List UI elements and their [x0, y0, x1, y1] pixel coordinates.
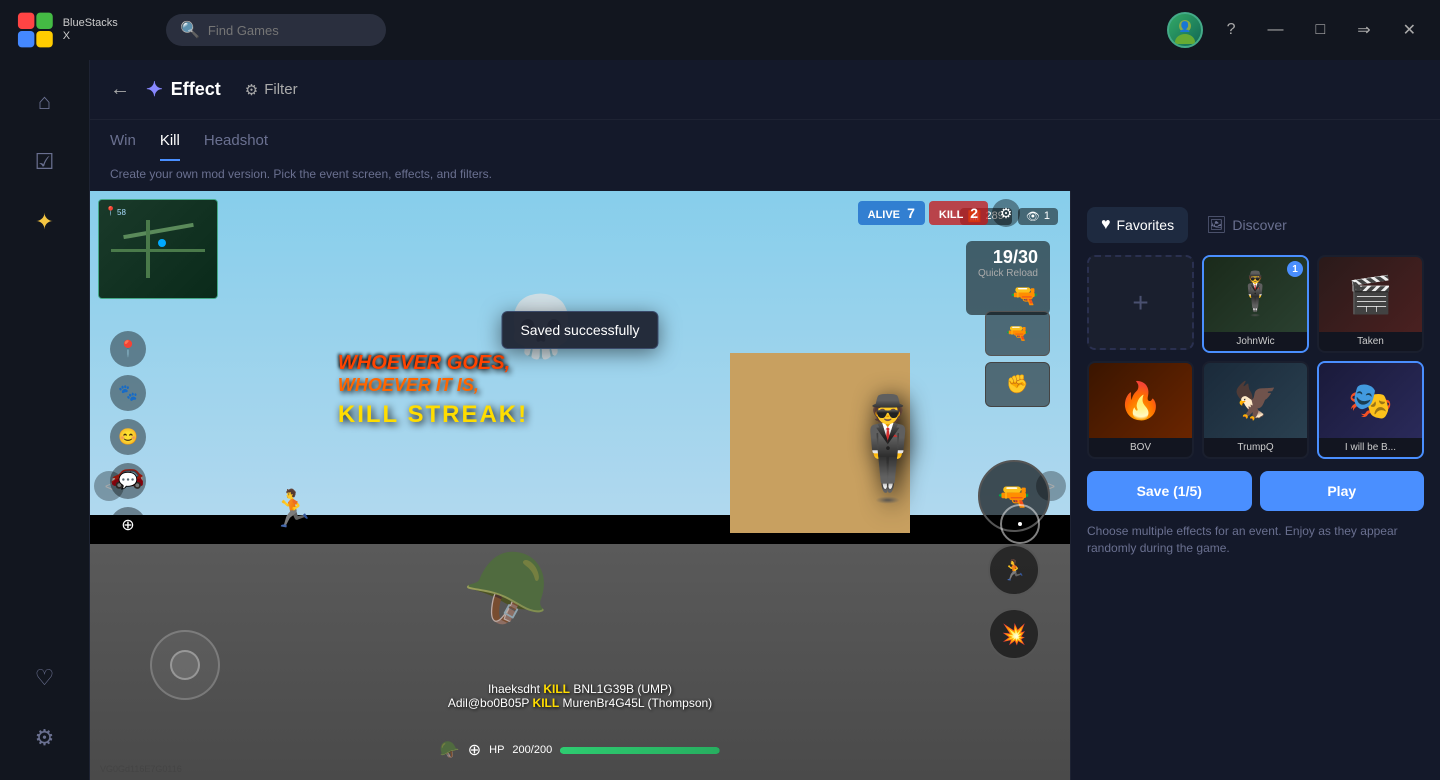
sidebar-item-effects[interactable]: ✦ [19, 196, 71, 248]
filter-icon: ⚙ [245, 81, 258, 99]
effect-badge-johnwick: 1 [1287, 261, 1303, 277]
sidebar: ⌂ ☑ ✦ ♡ ⚙ [0, 60, 90, 780]
health-bar-container: 🪖 ⊕ HP 200/200 [440, 740, 720, 760]
right-panel: ♥ Favorites 🖼 Discover + 🕴 JohnWic [1070, 191, 1440, 780]
effect-name-trumpq: TrumpQ [1204, 438, 1307, 457]
header-title: ✦ Effect [146, 77, 221, 102]
player-character: 🪖 [462, 548, 549, 630]
saved-toast: Saved successfully [501, 311, 658, 349]
tab-description: Create your own mod version. Pick the ev… [90, 161, 1440, 191]
game-preview: 📍 58 📶 289 👁 1 [90, 191, 1070, 780]
effect-name-johnwick: JohnWic [1204, 332, 1307, 351]
panel-tabs: ♥ Favorites 🖼 Discover [1087, 207, 1424, 243]
effect-name-iwillbe: I will be B... [1319, 438, 1422, 457]
tab-headshot[interactable]: Headshot [204, 132, 268, 161]
page-title: Effect [171, 79, 221, 100]
add-effect-button[interactable]: + [1087, 255, 1194, 350]
avatar-image: 👤 [1171, 16, 1199, 44]
favorites-icon: ♡ [35, 665, 55, 691]
version-text: VG0Gd116E7G0116 [100, 764, 182, 774]
user-avatar[interactable]: 👤 [1167, 12, 1203, 48]
running-figure: 🏃 [270, 488, 315, 530]
panel-tab-favorites[interactable]: ♥ Favorites [1087, 207, 1188, 243]
forward-button[interactable]: ⇒ [1349, 16, 1378, 44]
kill-feed-row-1: Ihaeksdht KILL BNL1G39B (UMP) [448, 682, 712, 696]
minimize-button[interactable]: — [1260, 17, 1292, 43]
effect-name-bov: BOV [1089, 438, 1192, 457]
discover-tab-icon: 🖼 [1206, 215, 1226, 235]
effect-thumb-bov: 🔥 [1089, 363, 1192, 438]
sidebar-item-home[interactable]: ⌂ [19, 76, 71, 128]
header: ← ✦ Effect ⚙ Filter [90, 60, 1440, 120]
plus-icon: + [1132, 287, 1148, 319]
filter-label: Filter [264, 81, 297, 98]
game-stats: ALIVE 7 KILL 2 ⚙ [858, 199, 1020, 227]
back-button[interactable]: ← [110, 78, 130, 101]
panel-tab-discover[interactable]: 🖼 Discover [1192, 207, 1301, 243]
weapon-hud: 19/30 Quick Reload 🔫 [966, 241, 1050, 315]
titlebar-controls: 👤 ? — □ ⇒ ✕ [1167, 12, 1424, 48]
bluestacks-logo-icon [16, 10, 55, 50]
effects-icon: ✦ [35, 209, 53, 235]
favorites-tab-label: Favorites [1117, 217, 1175, 233]
kill-feed: Ihaeksdht KILL BNL1G39B (UMP) Adil@bo0B0… [448, 682, 712, 710]
game-left-ui: 📍 🐾 😊 💬 ⊕ [110, 331, 146, 543]
eye-stat: 👁 1 [1018, 208, 1058, 225]
titlebar: BlueStacks X 🔍 👤 ? — □ ⇒ ✕ [0, 0, 1440, 60]
home-icon: ⌂ [38, 89, 51, 115]
sidebar-item-settings[interactable]: ⚙ [19, 712, 71, 764]
library-icon: ☑ [35, 149, 55, 175]
effect-thumb-trumpq: 🦅 [1204, 363, 1307, 438]
effect-card-trumpq[interactable]: 🦅 TrumpQ [1202, 361, 1309, 459]
discover-tab-label: Discover [1232, 217, 1286, 233]
weapon-slots: 🔫 ✊ [985, 311, 1050, 407]
filter-button[interactable]: ⚙ Filter [245, 81, 298, 99]
effect-name-taken: Taken [1319, 332, 1422, 351]
content-area: 📍 58 📶 289 👁 1 [90, 191, 1440, 780]
help-button[interactable]: ? [1219, 17, 1244, 43]
maximize-button[interactable]: □ [1308, 17, 1334, 43]
search-bar[interactable]: 🔍 [166, 14, 386, 46]
main-content: ← ✦ Effect ⚙ Filter Win Kill Headshot Cr… [90, 60, 1440, 780]
joystick-inner [170, 650, 200, 680]
sidebar-item-library[interactable]: ☑ [19, 136, 71, 188]
effect-thumb-iwillbe: 🎭 [1319, 363, 1422, 438]
svg-text:👤: 👤 [1178, 20, 1190, 33]
search-icon: 🔍 [180, 20, 200, 40]
effect-icon: ✦ [146, 77, 163, 102]
close-button[interactable]: ✕ [1395, 16, 1424, 44]
effect-card-bov[interactable]: 🔥 BOV [1087, 361, 1194, 459]
save-button[interactable]: Save (1/5) [1087, 471, 1252, 511]
app-name: BlueStacks X [63, 17, 126, 43]
effect-card-iwillbe[interactable]: 🎭 I will be B... [1317, 361, 1424, 459]
settings-icon: ⚙ [35, 725, 55, 751]
hint-text: Choose multiple effects for an event. En… [1087, 523, 1424, 557]
effect-card-johnwick[interactable]: 🕴 JohnWic 1 [1202, 255, 1309, 353]
tabbar: Win Kill Headshot [90, 120, 1440, 161]
action-buttons: Save (1/5) Play [1087, 471, 1424, 511]
effect-thumb-taken: 🎬 [1319, 257, 1422, 332]
effect-card-taken[interactable]: 🎬 Taken [1317, 255, 1424, 353]
search-input[interactable] [208, 23, 368, 38]
tab-kill[interactable]: Kill [160, 132, 180, 161]
favorites-tab-icon: ♥ [1101, 216, 1111, 234]
game-action-buttons: 🔫 🏃 💥 [978, 460, 1050, 660]
app-logo: BlueStacks X [16, 10, 126, 50]
tab-win[interactable]: Win [110, 132, 136, 161]
play-button[interactable]: Play [1260, 471, 1425, 511]
game-zone: 📍 58 📶 289 👁 1 [90, 191, 1070, 780]
sidebar-item-favorites[interactable]: ♡ [19, 652, 71, 704]
joystick[interactable] [150, 630, 220, 700]
kill-feed-row-2: Adil@bo0B05P KILL MurenBr4G45L (Thompson… [448, 696, 712, 710]
character-johnwick: 🕴 [825, 391, 950, 508]
kill-streak-overlay: WHOEVER GOES, WHOEVER IT IS, KILL STREAK… [338, 351, 528, 429]
effects-grid: + 🕴 JohnWic 1 🎬 Taken 🔥 BOV [1087, 255, 1424, 459]
